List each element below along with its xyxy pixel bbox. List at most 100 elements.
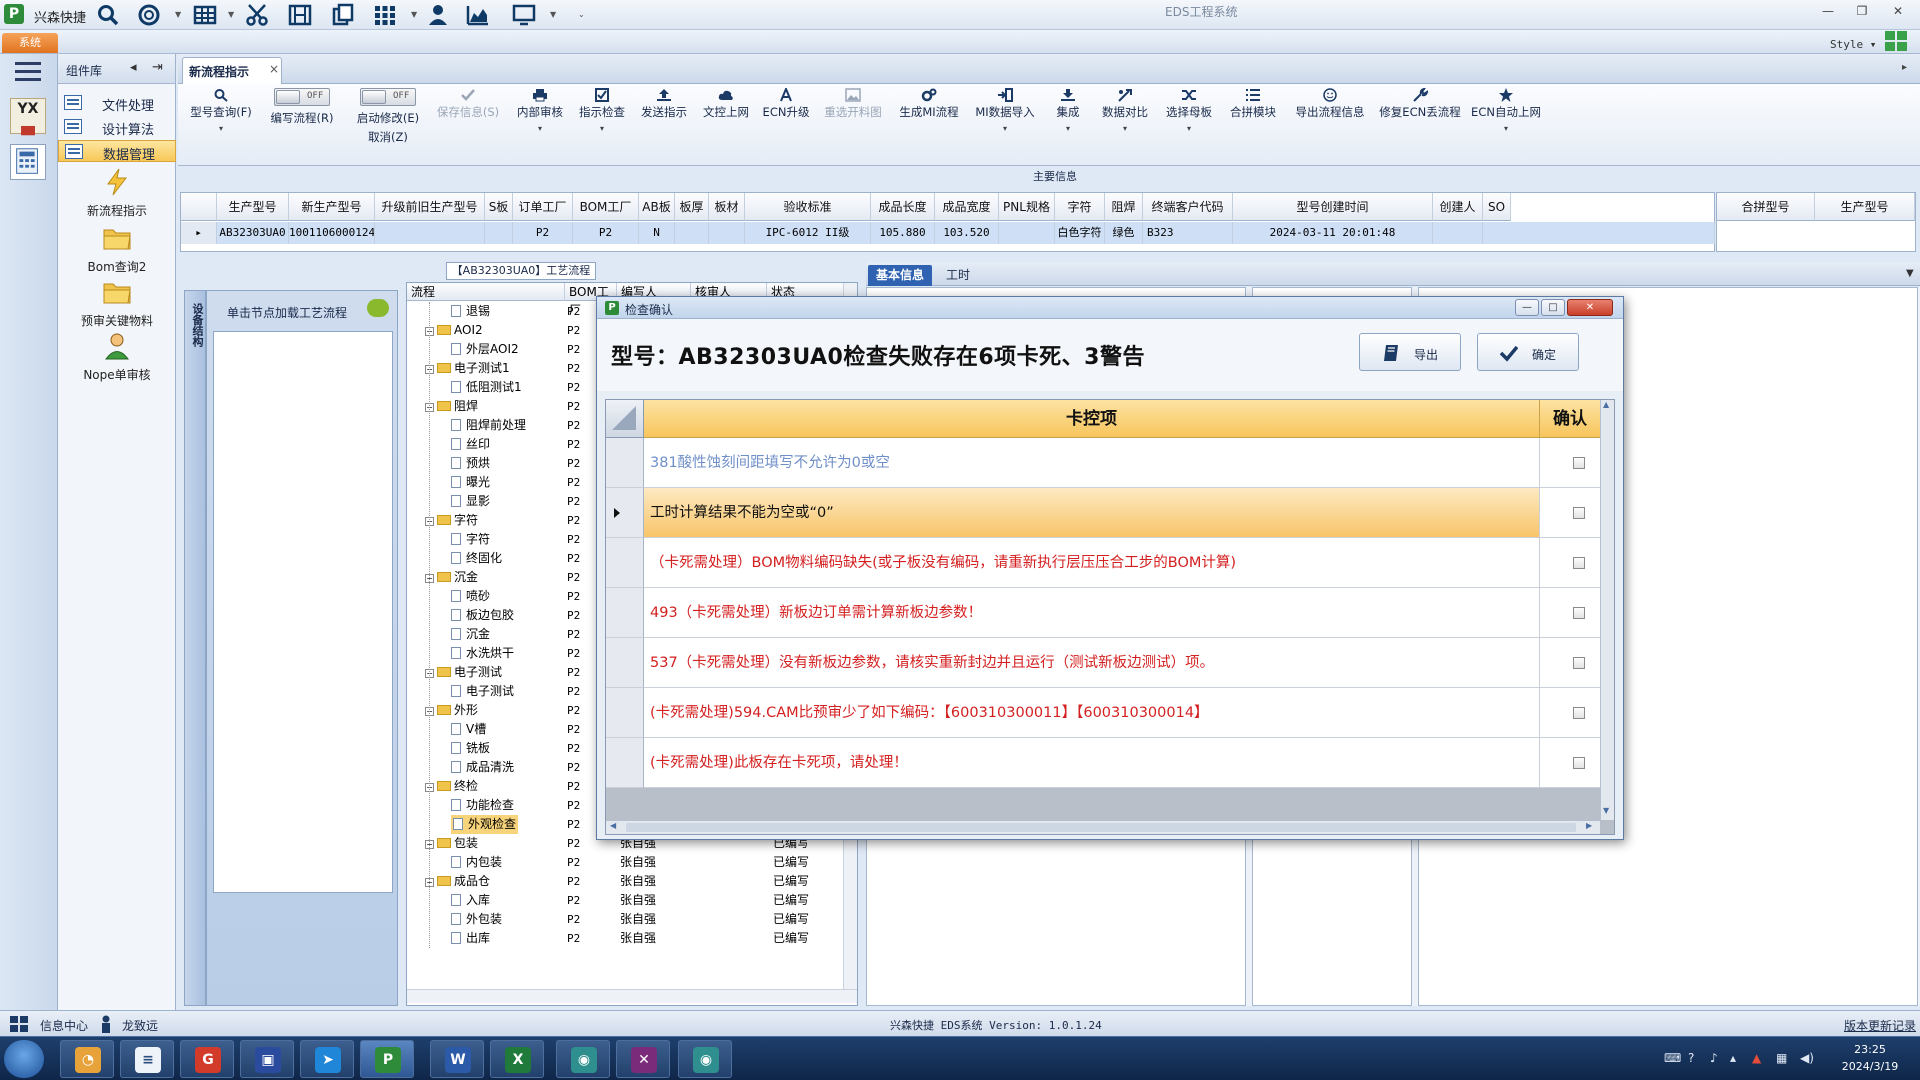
check-row[interactable]: (卡死需处理)此板存在卡死项，请处理！	[606, 738, 1600, 788]
style-selector[interactable]: Style ▾	[1830, 38, 1876, 51]
dialog-vertical-scrollbar[interactable]: ▲ ▼	[1600, 400, 1614, 820]
tab-work-hours[interactable]: 工时	[938, 265, 978, 286]
chevron-down-icon[interactable]: ▼	[228, 10, 234, 19]
cell[interactable]: B323	[1143, 222, 1233, 244]
confirm-button[interactable]: 确定	[1477, 333, 1579, 371]
taskbar-app-x[interactable]: ✕	[616, 1040, 670, 1078]
cell[interactable]: P2	[573, 222, 639, 244]
reselect-cutting-chart-button[interactable]: 重选开料图	[818, 84, 888, 166]
dialog-minimize-icon[interactable]: —	[1515, 299, 1539, 316]
check-row[interactable]: 537（卡死需处理）没有新板边参数，请核实重新封边并且运行（测试新板边测试）项。	[606, 638, 1600, 688]
taskbar-app-red[interactable]: G	[180, 1040, 234, 1078]
row-header[interactable]	[606, 538, 644, 588]
flow-row[interactable]: 内包装 P2 张自强 已编写	[407, 853, 847, 872]
row-header[interactable]	[606, 588, 644, 638]
cell[interactable]	[709, 222, 745, 244]
copy-icon[interactable]	[331, 3, 355, 27]
integrate-button[interactable]: 集成 ▾	[1046, 84, 1090, 166]
confirm-checkbox[interactable]	[1573, 607, 1585, 619]
chevron-down-icon[interactable]: ▼	[1906, 268, 1914, 279]
merge-module-button[interactable]: 合拼模块	[1224, 84, 1282, 166]
col-header[interactable]: 生产型号	[217, 193, 289, 221]
col-header[interactable]: 验收标准	[745, 193, 871, 221]
taskbar-app-eye[interactable]: ◉	[556, 1040, 610, 1078]
flow-row[interactable]: 出库 P2 张自强 已编写	[407, 929, 847, 948]
mi-data-import-button[interactable]: MI数据导入 ▾	[970, 84, 1040, 166]
cell[interactable]: N	[639, 222, 675, 244]
start-modify-switch[interactable]: OFF	[360, 88, 416, 106]
restore-icon[interactable]: ❐	[1848, 2, 1876, 20]
col-header[interactable]: 合拼型号	[1717, 193, 1815, 221]
col-header[interactable]: 成品宽度	[935, 193, 999, 221]
confirm-checkbox[interactable]	[1573, 457, 1585, 469]
tray-network-icon[interactable]: ▦	[1776, 1051, 1787, 1065]
check-row[interactable]: （卡死需处理）BOM物料编码缺失(或子板没有编码，请重新执行层压压合工步的BOM…	[606, 538, 1600, 588]
cell[interactable]: 105.880	[871, 222, 935, 244]
write-flow-toggle[interactable]: OFF 编写流程(R)	[262, 84, 342, 166]
taskbar-app-shell[interactable]: ◔	[60, 1040, 114, 1078]
taskbar-app-notes[interactable]: ≡	[120, 1040, 174, 1078]
chevron-left-icon[interactable]: ◂	[130, 60, 137, 75]
chevron-down-icon[interactable]: ▼	[411, 10, 417, 19]
send-instruction-button[interactable]: 发送指示	[636, 84, 692, 166]
internal-review-button[interactable]: 内部审核 ▾	[512, 84, 568, 166]
confirm-checkbox[interactable]	[1573, 707, 1585, 719]
check-row[interactable]: (卡死需处理)594.CAM比预审少了如下编码：【600310300011】【6…	[606, 688, 1600, 738]
cell[interactable]	[1433, 222, 1483, 244]
save-info-button[interactable]: 保存信息(S)	[432, 84, 504, 166]
user-icon[interactable]	[426, 3, 450, 27]
confirm-checkbox[interactable]	[1573, 557, 1585, 569]
equipment-structure-tab[interactable]: 设备结构	[184, 290, 206, 1006]
dialog-maximize-icon[interactable]: □	[1541, 299, 1565, 316]
tab-list-arrow-icon[interactable]: ▸	[1902, 62, 1907, 73]
taskbar-app-word[interactable]: W	[430, 1040, 484, 1078]
close-icon[interactable]: ✕	[1884, 2, 1912, 20]
confirm-checkbox[interactable]	[1573, 757, 1585, 769]
taskbar-app-eds[interactable]: P	[360, 1040, 414, 1078]
col-header[interactable]: AB板	[639, 193, 675, 221]
tab-system[interactable]: 系统	[2, 33, 58, 53]
dialog-close-icon[interactable]: ✕	[1567, 299, 1613, 316]
monitor-icon[interactable]	[512, 3, 536, 27]
cell[interactable]: 2024-03-11 20:01:48	[1233, 222, 1433, 244]
check-row[interactable]: 工时计算结果不能为空或“0”	[606, 488, 1600, 538]
repair-ecn-flow-button[interactable]: 修复ECN丢流程	[1378, 84, 1462, 166]
col-header[interactable]: 生产型号	[1815, 193, 1915, 221]
taskbar-app-arrow[interactable]: ➤	[300, 1040, 354, 1078]
tray-sound-icon[interactable]: ◀)	[1800, 1051, 1814, 1065]
close-tab-icon[interactable]: ×	[269, 62, 279, 76]
cell[interactable]	[999, 222, 1055, 244]
row-header[interactable]	[606, 738, 644, 788]
tab-new-flow-instruction[interactable]: 新流程指示 ×	[182, 57, 282, 84]
col-header[interactable]: 阻焊	[1105, 193, 1143, 221]
grid-icon[interactable]	[373, 3, 397, 27]
tray-expand-icon[interactable]: ▴	[1730, 1051, 1736, 1065]
col-header[interactable]: 型号创建时间	[1233, 193, 1433, 221]
search-icon[interactable]	[96, 3, 120, 27]
check-row[interactable]: 493（卡死需处理）新板边订单需计算新板边参数！	[606, 588, 1600, 638]
row-selector[interactable]: ▸	[181, 222, 217, 244]
cell[interactable]	[675, 222, 709, 244]
component-item-data-management[interactable]: 数据管理	[58, 140, 176, 163]
col-header[interactable]: 创建人	[1433, 193, 1483, 221]
ecn-auto-online-button[interactable]: ECN自动上网 ▾	[1468, 84, 1544, 166]
structure-tree[interactable]	[213, 331, 393, 893]
changelog-link[interactable]: 版本更新记录	[1844, 1017, 1916, 1034]
table-icon[interactable]	[193, 3, 217, 27]
menu-icon[interactable]	[15, 62, 41, 82]
col-header[interactable]: S板	[485, 193, 513, 221]
row-header[interactable]	[606, 638, 644, 688]
pin-icon[interactable]: ⇥	[152, 60, 163, 75]
start-modify-toggle[interactable]: OFF 启动修改(E) 取消(Z)	[348, 84, 428, 166]
col-header[interactable]: 成品长度	[871, 193, 935, 221]
info-center-link[interactable]: 信息中心	[40, 1017, 88, 1034]
confirm-checkbox[interactable]	[1573, 507, 1585, 519]
lib-bom-query2[interactable]: Bom查询2	[58, 224, 176, 276]
row-header[interactable]	[606, 488, 644, 538]
taskbar-app-eye2[interactable]: ◉	[678, 1040, 732, 1078]
col-header-control-item[interactable]: 卡控项	[644, 400, 1540, 438]
generate-mi-flow-button[interactable]: 生成MI流程	[894, 84, 964, 166]
cancel-modify-label[interactable]: 取消(Z)	[348, 129, 428, 145]
cell-production-model[interactable]: AB32303UA0	[217, 222, 289, 244]
flow-row[interactable]: 入库 P2 张自强 已编写	[407, 891, 847, 910]
